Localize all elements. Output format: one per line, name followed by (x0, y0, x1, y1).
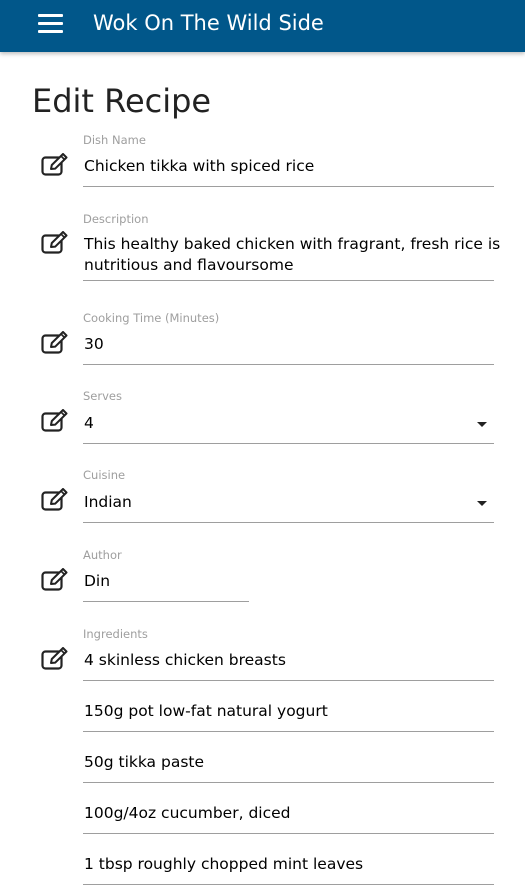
serves-select[interactable]: 4 (84, 413, 94, 434)
ingredient-input[interactable]: 150g pot low-fat natural yogurt (84, 701, 328, 722)
author-underline (83, 601, 249, 602)
ingredients-label: Ingredients (83, 627, 148, 641)
description-line-1: This healthy baked chicken with fragrant… (84, 235, 501, 253)
edit-icon (41, 331, 68, 354)
brand-title[interactable]: Wok On The Wild Side (93, 11, 324, 35)
dish-name-input[interactable]: Chicken tikka with spiced rice (84, 156, 314, 177)
ingredient-input[interactable]: 50g tikka paste (84, 752, 204, 773)
ingredient-input[interactable]: 4 skinless chicken breasts (84, 650, 286, 671)
cooking-time-input[interactable]: 30 (84, 334, 104, 355)
dish-name-underline (83, 186, 494, 187)
ingredient-underline (83, 731, 494, 732)
ingredient-underline (83, 833, 494, 834)
ingredient-underline (83, 680, 494, 681)
edit-icon (41, 153, 68, 176)
edit-icon (41, 568, 68, 591)
description-line-2: nutritious and flavoursome (84, 256, 294, 274)
dish-name-label: Dish Name (83, 133, 146, 147)
chevron-down-icon[interactable] (477, 422, 487, 427)
navbar: Wok On The Wild Side (0, 0, 525, 52)
ingredient-input[interactable]: 1 tbsp roughly chopped mint leaves (84, 854, 363, 875)
edit-icon (41, 231, 68, 254)
ingredient-underline (83, 782, 494, 783)
serves-underline (83, 443, 494, 444)
cuisine-select[interactable]: Indian (84, 492, 132, 513)
hamburger-menu-icon[interactable] (38, 14, 63, 34)
edit-icon (41, 647, 68, 670)
author-label: Author (83, 548, 122, 562)
cuisine-label: Cuisine (83, 468, 126, 482)
description-label: Description (83, 212, 149, 226)
author-input[interactable]: Din (84, 571, 110, 592)
page-title: Edit Recipe (32, 82, 212, 120)
edit-icon (41, 488, 68, 511)
ingredient-underline (83, 884, 494, 885)
edit-icon (41, 409, 68, 432)
cooking-time-label: Cooking Time (Minutes) (83, 311, 220, 325)
serves-label: Serves (83, 389, 122, 403)
cooking-time-underline (83, 364, 494, 365)
chevron-down-icon[interactable] (477, 501, 487, 506)
cuisine-underline (83, 522, 494, 523)
description-input[interactable]: This healthy baked chicken with fragrant… (84, 234, 500, 276)
description-underline (83, 280, 494, 281)
ingredient-input[interactable]: 100g/4oz cucumber, diced (84, 803, 291, 824)
